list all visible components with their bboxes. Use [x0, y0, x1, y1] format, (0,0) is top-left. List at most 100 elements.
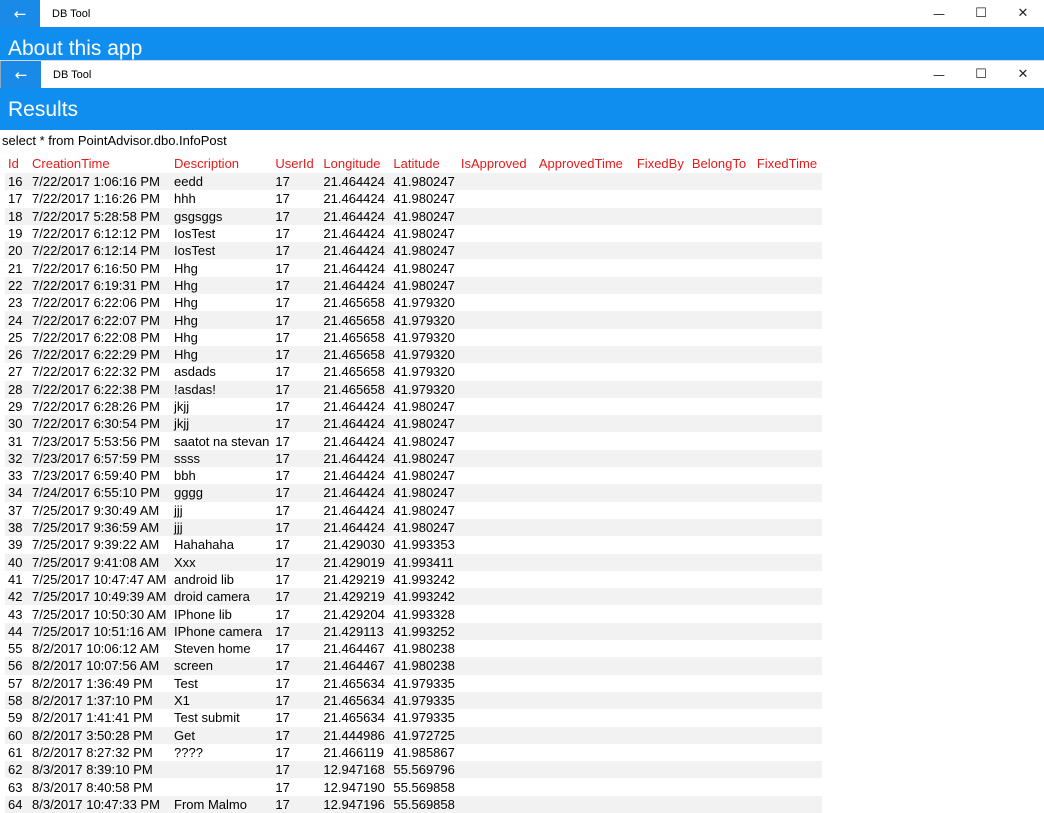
- column-header-isapproved: IsApproved: [460, 155, 527, 171]
- cell-fixedby: [634, 294, 689, 311]
- cell-id: 43: [8, 606, 23, 622]
- cell-fixedtime: [753, 415, 822, 433]
- cell-latitude: 41.980238: [390, 657, 458, 675]
- cell-latitude: 41.979320: [390, 311, 458, 329]
- cell-fixedtime: [753, 484, 822, 502]
- column-header-id: Id: [8, 155, 19, 171]
- maximize-icon: ☐: [975, 67, 987, 82]
- cell-isapproved: [458, 294, 536, 311]
- cell-approvedtime: [535, 207, 634, 225]
- cell-creationtime: 7/25/2017 10:49:39 AM: [29, 588, 171, 606]
- cell-fixedtime: [754, 536, 822, 553]
- cell-userid: 17: [275, 571, 290, 587]
- cell-isapproved: [457, 761, 536, 779]
- about-minimize-button[interactable]: —: [918, 0, 960, 27]
- cell-belongto: [689, 398, 754, 415]
- table-row: 63 8/3/2017 8:40:58 PM 17 12.947190 55.56985…: [5, 778, 822, 795]
- cell-belongto: [689, 709, 754, 726]
- cell-longitude: 21.464424: [323, 502, 385, 518]
- cell-userid: 17: [272, 657, 321, 675]
- about-page-title: About this app: [0, 27, 1044, 61]
- table-row: 22 7/22/2017 6:19:31 PM Hhg 17 21.464424 41.9…: [5, 276, 822, 295]
- cell-fixedby: [633, 207, 689, 225]
- results-back-button[interactable]: ←: [1, 61, 41, 88]
- results-maximize-button[interactable]: ☐: [960, 61, 1002, 88]
- cell-id: 28: [5, 380, 29, 398]
- cell-longitude: 21.464424: [320, 207, 391, 225]
- results-minimize-button[interactable]: —: [918, 61, 960, 88]
- cell-approvedtime: [535, 242, 634, 260]
- cell-id: 42: [5, 588, 29, 606]
- table-row: 61 8/2/2017 8:27:32 PM???? 17 21.466119 41.9…: [5, 744, 822, 761]
- cell-isapproved: [458, 225, 536, 242]
- cell-userid: 17: [272, 484, 321, 502]
- close-icon: ✕: [1017, 6, 1029, 21]
- cell-id: 37: [8, 502, 23, 518]
- cell-approvedtime: [536, 398, 634, 415]
- table-row: 58 8/2/2017 1:37:10 PM X1 17 21.465634 41.979…: [5, 691, 822, 710]
- cell-fixedtime: [754, 502, 822, 519]
- table-row: 55 8/2/2017 10:06:12 AM Steven home 17 21.46…: [5, 640, 822, 657]
- cell-description: [171, 761, 273, 779]
- cell-belongto: [688, 380, 754, 398]
- cell-latitude: 41.993242: [393, 571, 455, 587]
- cell-userid: 17: [275, 433, 290, 449]
- cell-creationtime: 7/22/2017 6:22:08 PM: [32, 329, 160, 345]
- cell-belongto: [688, 484, 754, 502]
- column-header-creationtime: CreationTime: [32, 155, 110, 171]
- cell-latitude: 41.985867: [393, 744, 455, 760]
- cell-creationtime: 7/22/2017 5:28:58 PM: [29, 207, 171, 225]
- cell-description: Hhg: [171, 276, 273, 295]
- cell-isapproved: [457, 380, 536, 398]
- cell-userid: 17: [272, 173, 321, 191]
- results-page-title: Results: [0, 88, 1044, 130]
- cell-belongto: [688, 553, 754, 571]
- cell-description: saatot na stevan: [174, 433, 270, 449]
- cell-isapproved: [458, 744, 536, 761]
- cell-fixedtime: [753, 553, 822, 571]
- results-close-button[interactable]: ✕: [1002, 61, 1044, 88]
- table-row: 40 7/25/2017 9:41:08 AM Xxx 17 21.429019 41.9…: [5, 553, 822, 571]
- cell-approvedtime: [535, 795, 634, 813]
- cell-fixedtime: [754, 329, 822, 346]
- cell-latitude: 41.980247: [393, 433, 455, 449]
- cell-longitude: 21.465634: [323, 675, 385, 691]
- cell-description: Hhg: [171, 345, 273, 364]
- cell-fixedby: [634, 363, 689, 380]
- cell-longitude: 21.465658: [323, 364, 385, 380]
- cell-fixedtime: [754, 363, 822, 380]
- cell-isapproved: [458, 329, 536, 346]
- cell-userid: 17: [275, 537, 290, 553]
- cell-fixedtime: [753, 311, 822, 329]
- cell-approvedtime: [535, 345, 634, 364]
- column-header-belongto: BelongTo: [691, 155, 747, 171]
- cell-creationtime: 8/3/2017 8:39:10 PM: [29, 761, 171, 779]
- cell-approvedtime: [535, 726, 634, 744]
- cell-isapproved: [458, 398, 536, 415]
- cell-approvedtime: [535, 761, 634, 779]
- cell-userid: 17: [275, 779, 290, 795]
- about-back-button[interactable]: ←: [0, 0, 40, 27]
- cell-latitude: 41.980247: [390, 518, 458, 537]
- cell-description: Xxx: [171, 553, 273, 571]
- cell-longitude: 12.947190: [323, 779, 385, 795]
- about-maximize-button[interactable]: ☐: [960, 0, 1002, 27]
- cell-fixedby: [633, 311, 689, 329]
- column-header-fixedtime: FixedTime: [756, 155, 818, 171]
- cell-belongto: [688, 276, 754, 295]
- cell-longitude: 21.465658: [320, 380, 391, 398]
- cell-longitude: 12.947168: [320, 761, 391, 779]
- cell-latitude: 41.993411: [390, 553, 458, 571]
- cell-creationtime: 7/22/2017 6:22:29 PM: [29, 345, 171, 364]
- cell-id: 44: [5, 622, 29, 641]
- cell-fixedby: [633, 276, 689, 295]
- cell-belongto: [689, 744, 754, 761]
- about-close-button[interactable]: ✕: [1002, 0, 1044, 27]
- cell-fixedtime: [754, 709, 822, 726]
- cell-creationtime: 7/25/2017 9:36:59 AM: [29, 518, 171, 537]
- cell-userid: 17: [275, 710, 290, 726]
- cell-approvedtime: [535, 484, 634, 502]
- cell-fixedby: [634, 709, 689, 726]
- results-window-title: DB Tool: [53, 68, 92, 81]
- cell-id: 22: [5, 276, 29, 295]
